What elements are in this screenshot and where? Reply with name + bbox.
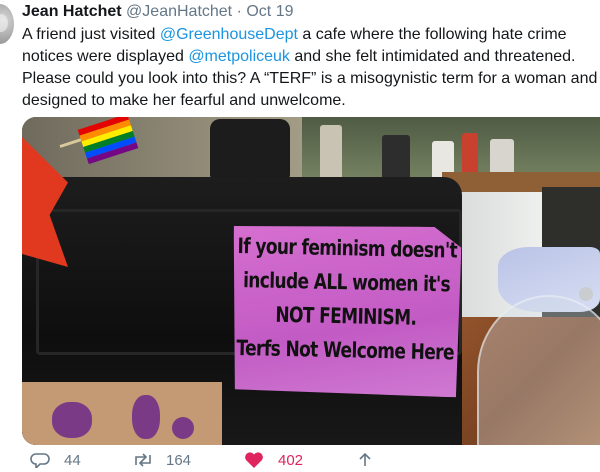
photo-kettle <box>210 119 290 179</box>
tweet-date[interactable]: Oct 19 <box>246 3 293 20</box>
tweet-actions: 44 164 402 <box>22 452 600 470</box>
like-count: 402 <box>278 452 304 469</box>
share-icon <box>355 452 377 468</box>
notice-line: If your feminism doesn't <box>237 234 458 264</box>
reply-icon <box>30 452 52 470</box>
mention-metpoliceuk[interactable]: @metpoliceuk <box>188 48 290 65</box>
photo-dome-knob <box>579 287 593 301</box>
share-button[interactable] <box>355 452 389 468</box>
retweet-icon <box>132 452 154 468</box>
tweet-header: Jean Hatchet @JeanHatchet · Oct 19 <box>22 2 294 26</box>
photo-jar <box>320 125 342 180</box>
tweet-text: A friend just visited @GreenhouseDept a … <box>22 24 598 112</box>
photo-bag-print <box>172 417 194 439</box>
notice-line: Terfs Not Welcome Here <box>236 336 455 366</box>
separator-dot: · <box>236 3 242 20</box>
notice-line: include ALL women it's <box>242 268 451 298</box>
photo-bag-print <box>132 395 160 439</box>
user-handle[interactable]: @JeanHatchet <box>126 3 232 20</box>
avatar[interactable] <box>0 4 14 44</box>
reply-button[interactable]: 44 <box>30 452 81 470</box>
display-name[interactable]: Jean Hatchet <box>22 3 122 20</box>
photo-jar <box>382 135 410 181</box>
reply-count: 44 <box>64 452 81 469</box>
heart-icon <box>244 452 266 468</box>
tweet-text-part: A friend just visited <box>22 26 160 43</box>
photo-bag-print <box>52 402 92 438</box>
like-button[interactable]: 402 <box>244 452 304 469</box>
tweet-photo[interactable]: If your feminism doesn't include ALL wom… <box>22 117 600 445</box>
notice-line: NOT FEMINISM. <box>275 303 417 331</box>
mention-greenhousedept[interactable]: @GreenhouseDept <box>160 26 298 43</box>
notice-sign: If your feminism doesn't include ALL wom… <box>230 223 462 398</box>
retweet-button[interactable]: 164 <box>132 452 192 469</box>
retweet-count: 164 <box>166 452 192 469</box>
